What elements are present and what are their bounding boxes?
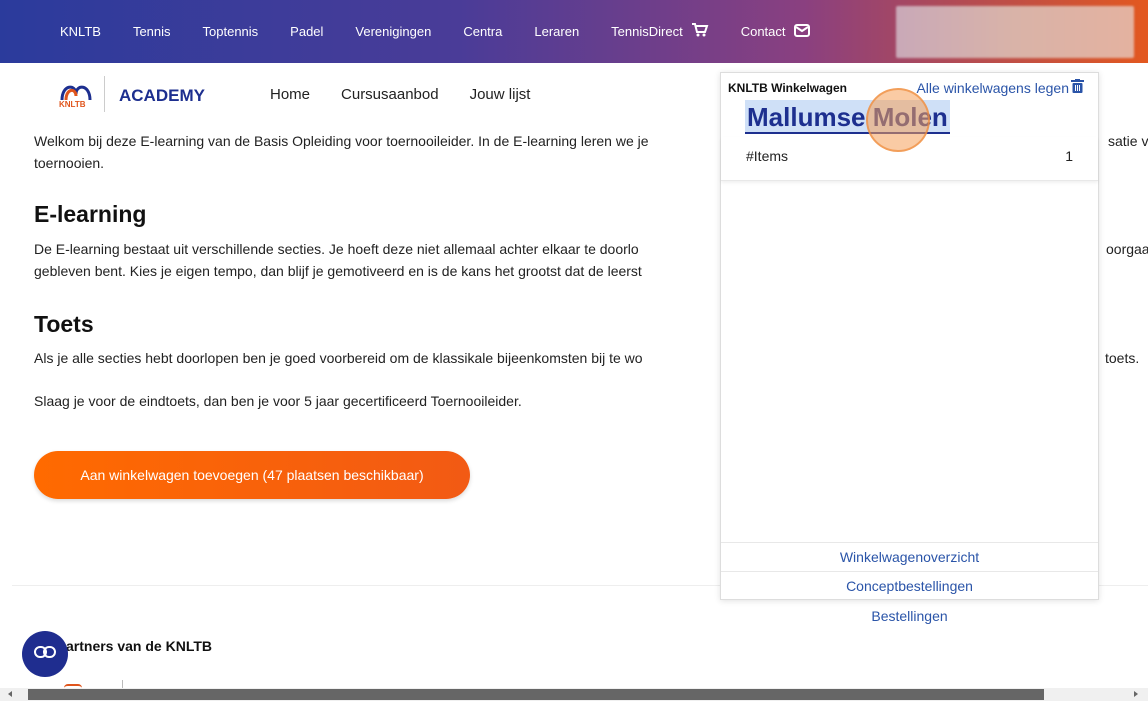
partner-divider — [122, 680, 123, 688]
topnav-contact[interactable]: Contact — [741, 23, 810, 40]
topnav-centra[interactable]: Centra — [463, 24, 502, 39]
trash-icon — [1071, 79, 1084, 96]
cart-title: KNLTB Winkelwagen — [728, 81, 848, 95]
scroll-right-icon[interactable] — [1134, 691, 1138, 697]
top-navigation: KNLTB Tennis Toptennis Padel Vereniginge… — [60, 0, 842, 63]
topnav-tennisdirect[interactable]: TennisDirect — [611, 22, 709, 41]
clear-all-carts-link[interactable]: Alle winkelwagens legen — [916, 79, 1084, 96]
nav-jouw-lijst[interactable]: Jouw lijst — [470, 86, 531, 103]
topnav-leraren[interactable]: Leraren — [534, 24, 579, 39]
horizontal-scrollbar[interactable] — [0, 688, 1148, 701]
cart-panel: KNLTB Winkelwagen Alle winkelwagens lege… — [720, 72, 1099, 600]
items-count: 1 — [1065, 148, 1073, 164]
click-indicator — [866, 88, 930, 152]
heading-toets: Toets — [34, 311, 94, 337]
academy-navigation: Home Cursusaanbod Jouw lijst — [270, 86, 561, 103]
topnav-tennis[interactable]: Tennis — [133, 24, 171, 39]
concept-orders-link[interactable]: Conceptbestellingen — [721, 571, 1098, 599]
cart-overview-link[interactable]: Winkelwagenoverzicht — [721, 542, 1098, 570]
toets-line-1-tail: toets. — [1105, 350, 1140, 366]
nav-cursusaanbod[interactable]: Cursusaanbod — [341, 86, 439, 103]
link-icon — [34, 645, 56, 663]
orders-link[interactable]: Bestellingen — [720, 602, 1099, 630]
logo-text: KNLTB — [59, 100, 86, 109]
chat-button[interactable] — [22, 631, 68, 677]
items-label: #Items — [746, 148, 789, 164]
intro-line-1-tail: satie va — [1108, 133, 1148, 149]
topnav-toptennis[interactable]: Toptennis — [203, 24, 259, 39]
top-navigation-bar: KNLTB Tennis Toptennis Padel Vereniginge… — [0, 0, 1148, 63]
blurred-account-area — [896, 6, 1134, 58]
cart-icon — [691, 22, 709, 41]
mail-icon — [793, 23, 810, 40]
heading-elearning: E-learning — [34, 201, 147, 227]
partners-heading: artners van de KNLTB — [66, 638, 212, 654]
scroll-left-icon[interactable] — [8, 691, 12, 697]
topnav-knltb[interactable]: KNLTB — [60, 24, 101, 39]
nav-home[interactable]: Home — [270, 86, 310, 103]
academy-brand[interactable]: ACADEMY — [119, 86, 205, 106]
scrollbar-thumb[interactable] — [28, 689, 1044, 700]
logo-divider — [104, 76, 105, 112]
topnav-padel[interactable]: Padel — [290, 24, 323, 39]
topnav-verenigingen[interactable]: Verenigingen — [355, 24, 431, 39]
elearning-line-1-tail: oorgaa — [1106, 241, 1148, 257]
add-to-cart-button[interactable]: Aan winkelwagen toevoegen (47 plaatsen b… — [34, 451, 470, 499]
